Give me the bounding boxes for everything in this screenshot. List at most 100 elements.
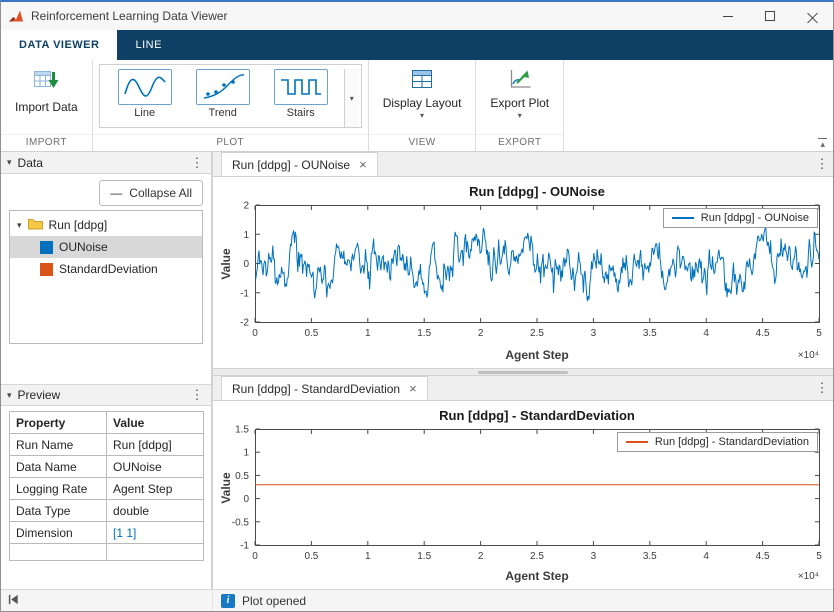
close-tab-icon[interactable]: × (409, 382, 417, 395)
folder-icon (28, 218, 43, 233)
svg-text:0.5: 0.5 (304, 551, 318, 562)
matlab-app-icon (1, 8, 31, 24)
info-icon: i (221, 594, 235, 608)
svg-text:1: 1 (365, 551, 371, 562)
close-icon (807, 11, 818, 22)
svg-text:0: 0 (243, 259, 249, 270)
svg-text:2: 2 (478, 551, 484, 562)
legend: Run [ddpg] - OUNoise (663, 208, 818, 228)
svg-text:0: 0 (252, 328, 258, 339)
status-bar-left (1, 590, 213, 611)
export-plot-button[interactable]: Export Plot ▾ (482, 64, 557, 123)
legend-label: Run [ddpg] - StandardDeviation (655, 436, 809, 448)
import-data-button[interactable]: Import Data (7, 64, 86, 118)
ribbon-tab-strip: DATA VIEWER LINE (1, 30, 833, 60)
svg-text:1.5: 1.5 (417, 328, 431, 339)
x-axis-exponent: ×10⁴ (798, 350, 819, 361)
horizontal-splitter[interactable] (213, 368, 833, 376)
svg-text:4: 4 (703, 551, 709, 562)
svg-text:-1: -1 (240, 288, 249, 299)
svg-text:1.5: 1.5 (235, 425, 249, 436)
chevron-down-icon: ▾ (420, 113, 424, 119)
display-layout-icon (410, 68, 434, 93)
preview-panel-title: Preview (18, 388, 61, 402)
plot-type-gallery: Line Trend (99, 64, 362, 128)
stddev-doc-tabbar: Run [ddpg] - StandardDeviation × ⋮ (213, 376, 833, 401)
legend: Run [ddpg] - StandardDeviation (617, 432, 818, 452)
chevron-down-icon: ▾ (518, 113, 522, 119)
svg-text:4.5: 4.5 (756, 328, 770, 339)
toolstrip-section-export: Export Plot ▾ EXPORT (476, 60, 564, 151)
tree-item-standarddeviation[interactable]: StandardDeviation (10, 258, 202, 280)
collapse-preview-panel-icon[interactable]: ▾ (7, 390, 12, 401)
svg-text:5: 5 (816, 551, 822, 562)
section-caption-view: VIEW (369, 134, 476, 151)
standarddeviation-color-swatch (40, 263, 53, 276)
plot-title: Run [ddpg] - StandardDeviation (255, 408, 819, 423)
x-axis-label: Agent Step (255, 348, 819, 362)
preview-panel-menu-button[interactable]: ⋮ (189, 387, 205, 403)
close-button[interactable] (791, 2, 833, 30)
doc-tab-standarddeviation[interactable]: Run [ddpg] - StandardDeviation × (221, 376, 428, 400)
data-panel-body: — Collapse All ▾ Run [ddpg] (1, 174, 211, 384)
collapse-toolstrip-button[interactable]: ▴ (818, 138, 827, 149)
maximize-button[interactable] (749, 2, 791, 30)
tab-data-viewer[interactable]: DATA VIEWER (1, 30, 117, 60)
gallery-item-line[interactable]: Line (106, 69, 184, 119)
gallery-item-trend[interactable]: Trend (184, 69, 262, 119)
preview-table: Property Value Run Name Run [ddpg] Data … (9, 411, 204, 561)
svg-text:3.5: 3.5 (643, 328, 657, 339)
svg-text:2: 2 (243, 201, 249, 212)
stairs-plot-icon (274, 69, 328, 105)
collapse-all-button[interactable]: — Collapse All (99, 180, 203, 206)
svg-text:1: 1 (365, 328, 371, 339)
svg-text:-2: -2 (240, 318, 249, 329)
ounoise-tabbar-menu-button[interactable]: ⋮ (811, 152, 833, 176)
toolstrip-section-view: Display Layout ▾ VIEW (369, 60, 477, 151)
standarddeviation-plot[interactable]: Run [ddpg] - StandardDeviation Value Age… (213, 401, 833, 589)
section-caption-plot: PLOT (93, 134, 368, 151)
status-message-area: i Plot opened (213, 594, 306, 608)
svg-text:0.5: 0.5 (304, 328, 318, 339)
x-axis-label: Agent Step (255, 569, 819, 583)
svg-text:1: 1 (243, 448, 249, 459)
svg-text:1: 1 (243, 230, 249, 241)
table-row-empty (10, 544, 204, 561)
svg-text:-0.5: -0.5 (232, 517, 250, 528)
collapse-data-panel-icon[interactable]: ▾ (7, 157, 12, 168)
tab-line[interactable]: LINE (117, 30, 179, 60)
title-bar: Reinforcement Learning Data Viewer (1, 2, 833, 30)
svg-text:0: 0 (252, 551, 258, 562)
data-panel-menu-button[interactable]: ⋮ (189, 155, 205, 171)
svg-text:0.5: 0.5 (235, 471, 249, 482)
table-row: Data Type double (10, 500, 204, 522)
display-layout-button[interactable]: Display Layout ▾ (375, 64, 470, 123)
collapse-left-pane-button[interactable] (7, 593, 20, 609)
ounoise-plot[interactable]: Run [ddpg] - OUNoise Value Agent Step ×1… (213, 177, 833, 368)
table-row: Logging Rate Agent Step (10, 478, 204, 500)
tree-node-run-ddpg[interactable]: ▾ Run [ddpg] (10, 214, 202, 236)
preview-col-property: Property (10, 412, 107, 434)
rl-data-viewer-window: Reinforcement Learning Data Viewer DATA … (0, 0, 834, 612)
svg-text:5: 5 (816, 328, 822, 339)
tree-item-ounoise[interactable]: OUNoise (10, 236, 202, 258)
doc-tab-ounoise[interactable]: Run [ddpg] - OUNoise × (221, 152, 378, 176)
data-panel-header: ▾ Data ⋮ (1, 152, 211, 174)
tree-expand-icon[interactable]: ▾ (17, 220, 22, 231)
gallery-dropdown-button[interactable]: ▾ (344, 69, 359, 127)
legend-line-sample (626, 441, 648, 443)
table-row: Data Name OUNoise (10, 456, 204, 478)
preview-panel-body: Property Value Run Name Run [ddpg] Data … (1, 406, 211, 589)
plot-title: Run [ddpg] - OUNoise (255, 184, 819, 199)
svg-text:3: 3 (591, 328, 597, 339)
plot-area: Run [ddpg] - OUNoise × ⋮ Run [ddpg] - OU… (213, 152, 833, 589)
table-row: Dimension [1 1] (10, 522, 204, 544)
gallery-item-stairs[interactable]: Stairs (262, 69, 340, 119)
close-tab-icon[interactable]: × (359, 158, 367, 171)
toolstrip: Import Data IMPORT Line (1, 60, 833, 152)
collapse-all-icon: — (110, 186, 122, 200)
svg-text:1.5: 1.5 (417, 551, 431, 562)
minimize-button[interactable] (707, 2, 749, 30)
svg-text:3: 3 (591, 551, 597, 562)
stddev-tabbar-menu-button[interactable]: ⋮ (811, 376, 833, 400)
